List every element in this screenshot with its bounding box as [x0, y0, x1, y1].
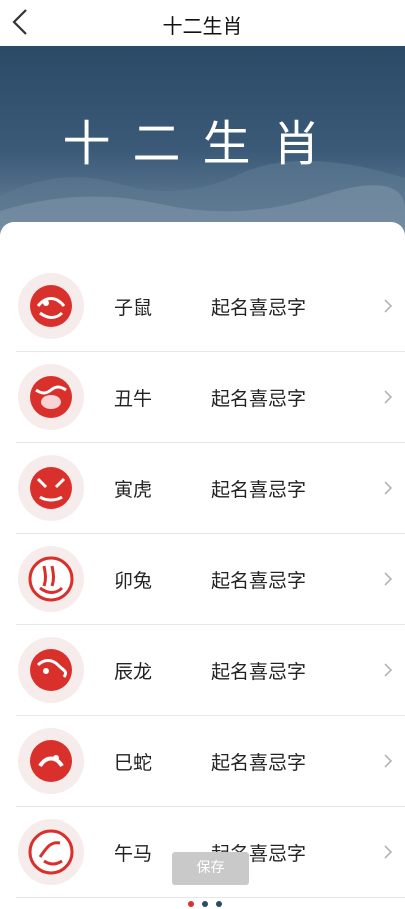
rat-icon — [18, 273, 84, 339]
zodiac-desc: 起名喜忌字 — [211, 661, 307, 683]
chevron-right-icon — [384, 572, 393, 586]
ox-icon — [18, 364, 84, 430]
pager-dot — [202, 901, 208, 907]
zodiac-name: 子鼠 — [114, 297, 153, 319]
zodiac-name: 卯兔 — [114, 570, 153, 592]
snake-icon — [18, 728, 84, 794]
zodiac-name: 巳蛇 — [114, 752, 153, 774]
zodiac-desc: 起名喜忌字 — [211, 297, 307, 319]
page-title: 十二生肖 — [162, 14, 243, 38]
banner-title: 十二生肖 — [62, 116, 343, 172]
zodiac-row-rat[interactable]: 子鼠 起名喜忌字 — [16, 260, 405, 352]
chevron-right-icon — [384, 845, 393, 859]
zodiac-row-dragon[interactable]: 辰龙 起名喜忌字 — [16, 624, 405, 716]
save-button[interactable]: 保存 — [172, 852, 249, 885]
zodiac-row-snake[interactable]: 巳蛇 起名喜忌字 — [16, 715, 405, 807]
zodiac-list: 子鼠 起名喜忌字 丑牛 起名喜忌字 寅虎 起名喜忌字 卯兔 起名喜忌字 辰龙 起… — [0, 222, 405, 906]
zodiac-desc: 起名喜忌字 — [211, 570, 307, 592]
tiger-icon — [18, 455, 84, 521]
zodiac-row-ox[interactable]: 丑牛 起名喜忌字 — [16, 351, 405, 443]
pager-dots — [188, 901, 228, 909]
zodiac-row-rabbit[interactable]: 卯兔 起名喜忌字 — [16, 533, 405, 625]
zodiac-row-tiger[interactable]: 寅虎 起名喜忌字 — [16, 442, 405, 534]
zodiac-name: 丑牛 — [114, 388, 153, 410]
dragon-icon — [18, 637, 84, 703]
zodiac-name: 午马 — [114, 843, 153, 865]
chevron-right-icon — [384, 299, 393, 313]
pager-dot-active — [188, 901, 194, 907]
banner: 十二生肖 — [0, 46, 405, 236]
zodiac-desc: 起名喜忌字 — [211, 479, 307, 501]
chevron-right-icon — [384, 481, 393, 495]
zodiac-name: 辰龙 — [114, 661, 153, 683]
top-bar: 十二生肖 — [0, 0, 405, 46]
rabbit-icon — [18, 546, 84, 612]
zodiac-desc: 起名喜忌字 — [211, 388, 307, 410]
zodiac-desc: 起名喜忌字 — [211, 752, 307, 774]
chevron-right-icon — [384, 754, 393, 768]
chevron-right-icon — [384, 663, 393, 677]
chevron-right-icon — [384, 390, 393, 404]
horse-icon — [18, 819, 84, 885]
zodiac-name: 寅虎 — [114, 479, 153, 501]
pager-dot — [216, 901, 222, 907]
